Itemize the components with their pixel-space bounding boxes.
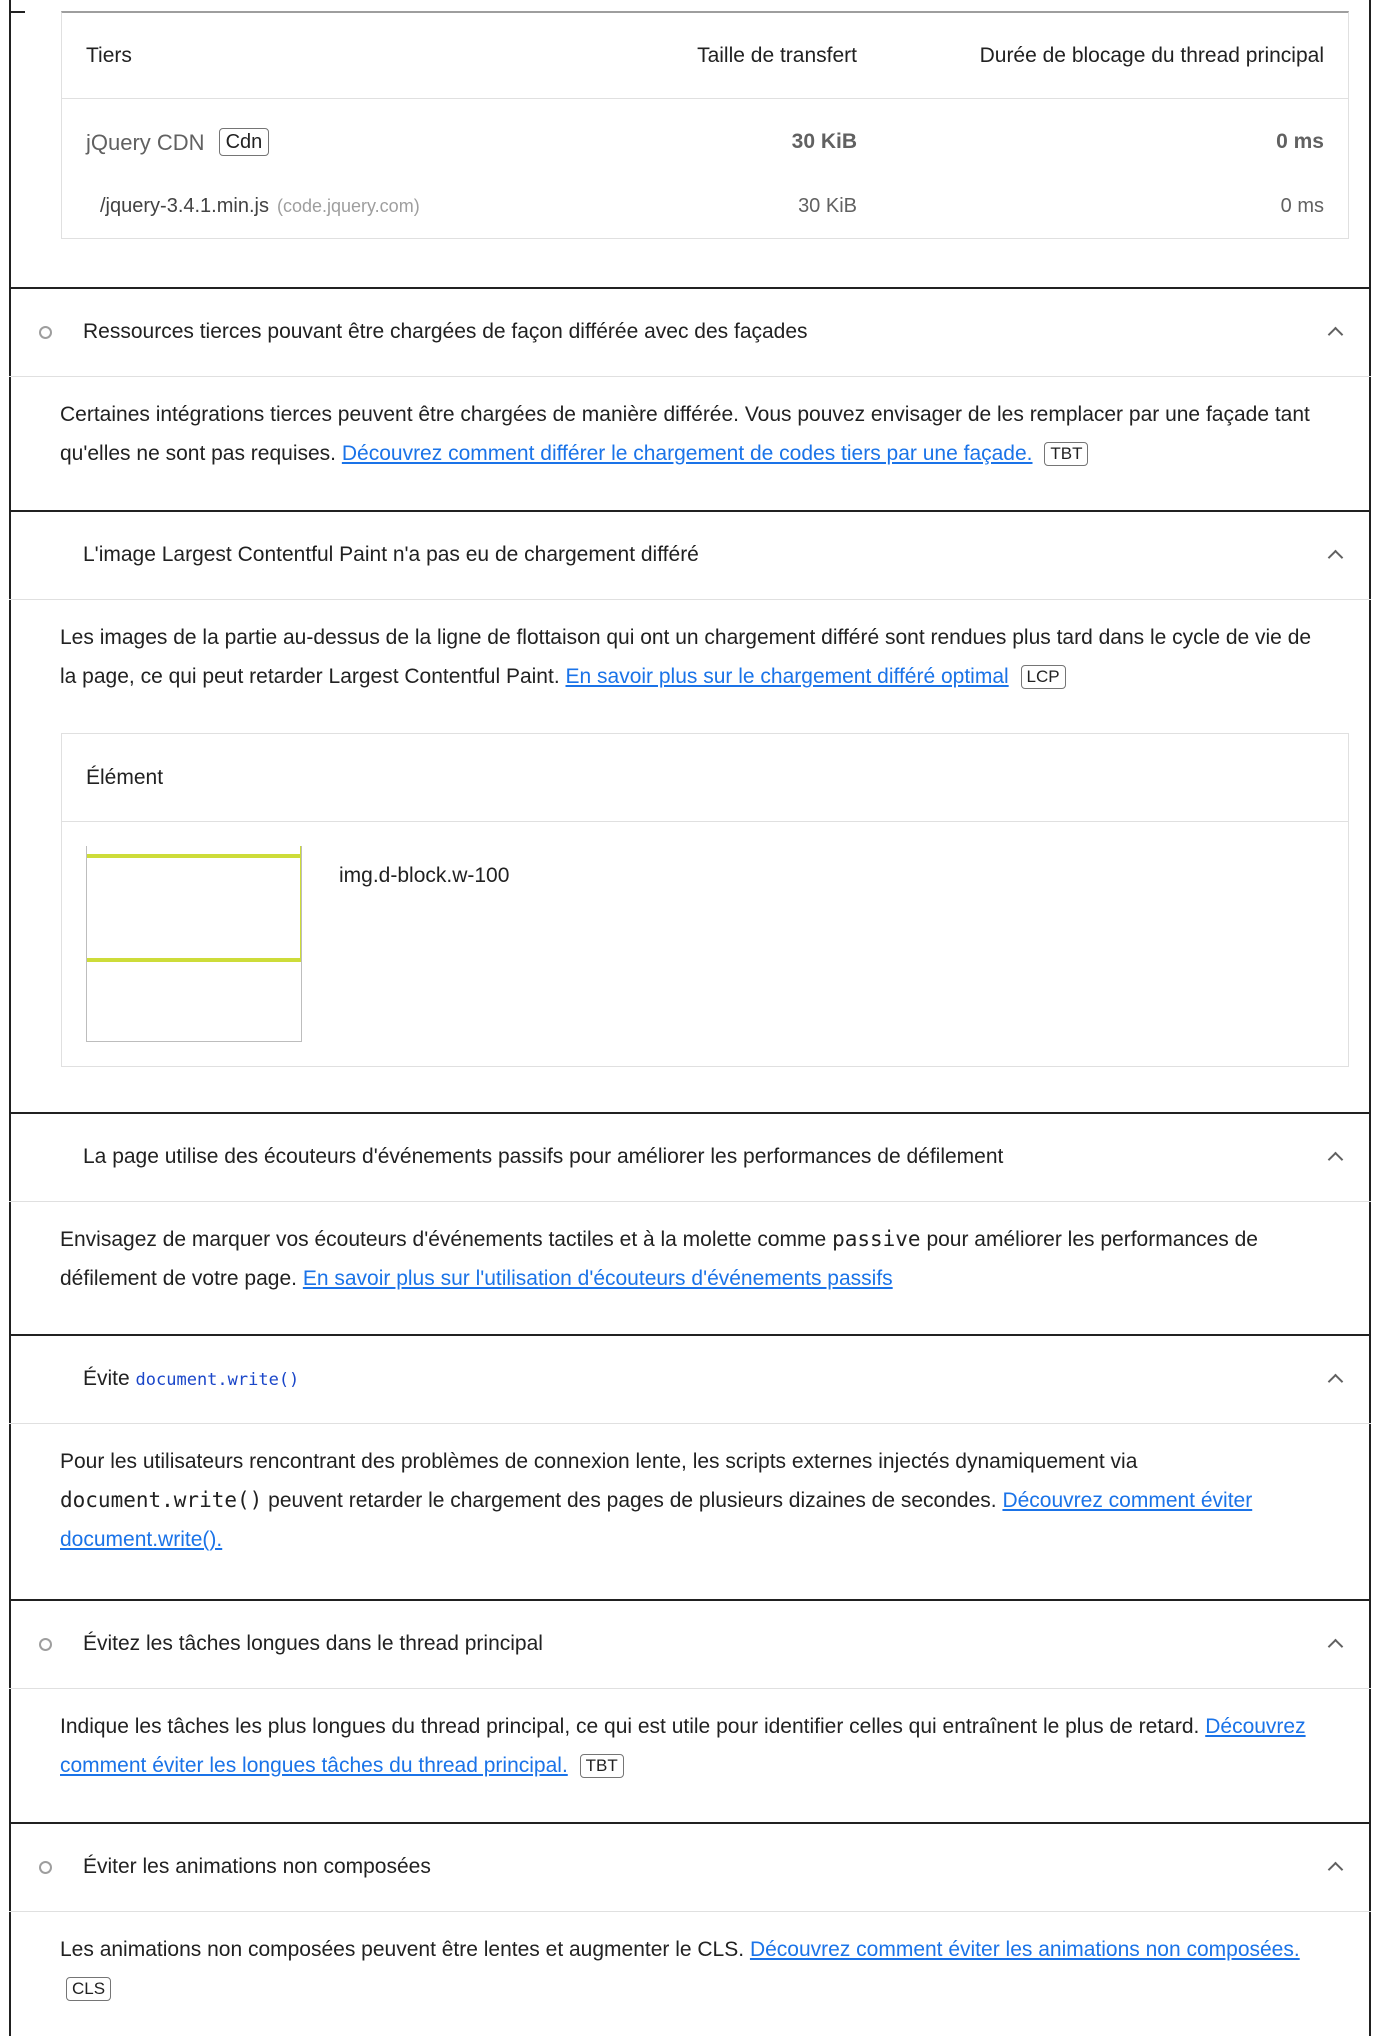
thumbnail-highlight-top [87,854,301,858]
audit-title: Éviter les animations non composées [83,1855,431,1878]
audit-title: Évite document.write() [83,1367,299,1391]
audit-non-composited-animations: Éviter les animations non composées Les … [9,1822,1371,2036]
resource-path: /jquery-3.4.1.min.js [100,195,269,217]
audit-description: Indique les tâches les plus longues du t… [9,1689,1371,1785]
frame-top-border [9,11,25,13]
element-selector[interactable]: img.d-block.w-100 [339,864,509,888]
column-header-element: Élément [86,766,164,789]
learn-more-link[interactable]: En savoir plus sur l'utilisation d'écout… [303,1267,893,1290]
metric-badge-tbt: TBT [1044,442,1089,466]
audit-description: Envisagez de marquer vos écouteurs d'évé… [9,1202,1371,1298]
table-row-entity: jQuery CDN Cdn 30 KiB 0 ms [62,121,1348,171]
thumbnail-highlight-bottom [87,958,301,962]
element-screenshot-thumbnail[interactable] [86,846,302,1042]
audit-header[interactable]: Éviter les animations non composées [9,1824,1371,1912]
learn-more-link[interactable]: Découvrez comment différer le chargement… [342,442,1033,465]
chevron-up-icon[interactable] [1327,1638,1344,1655]
metric-badge-lcp: LCP [1020,665,1066,689]
audit-third-party-facades: Ressources tierces pouvant être chargées… [9,287,1371,513]
audit-long-tasks: Évitez les tâches longues dans le thread… [9,1599,1371,1825]
resource-blocking-time: 0 ms [1280,195,1324,217]
entity-category-badge: Cdn [218,128,270,156]
resource-transfer-size: 30 KiB [798,195,857,217]
metric-badge-tbt: TBT [579,1754,624,1778]
audit-title: La page utilise des écouteurs d'événemen… [83,1145,1004,1168]
entity-blocking-time: 0 ms [1276,130,1324,153]
audit-header[interactable]: Évitez les tâches longues dans le thread… [9,1601,1371,1689]
audit-header[interactable]: L'image Largest Contentful Paint n'a pas… [9,512,1371,600]
audit-description: Les images de la partie au-dessus de la … [9,600,1371,696]
chevron-up-icon[interactable] [1327,326,1344,343]
audit-status-circle-icon [39,1638,52,1651]
audit-document-write: Évite document.write() Pour les utilisat… [9,1334,1371,1601]
description-text: Les animations non composées peuvent êtr… [60,1938,745,1961]
description-text: Pour les utilisateurs rencontrant des pr… [60,1450,1138,1473]
audit-header[interactable]: La page utilise des écouteurs d'événemen… [9,1114,1371,1202]
thumbnail-highlight-side [300,846,301,962]
table-row-resource: /jquery-3.4.1.min.js (code.jquery.com) 30… [62,189,1348,233]
entity-name: jQuery CDN Cdn [86,128,270,156]
audit-title: L'image Largest Contentful Paint n'a pas… [83,543,699,566]
audit-status-circle-icon [39,1861,52,1874]
audit-description: Les animations non composées peuvent êtr… [9,1912,1371,2008]
audit-title: Ressources tierces pouvant être chargées… [83,320,808,343]
description-text: Envisagez de marquer vos écouteurs d'évé… [60,1228,827,1251]
learn-more-link[interactable]: En savoir plus sur le chargement différé… [566,665,1009,688]
description-text: Indique les tâches les plus longues du t… [60,1715,1200,1738]
entity-transfer-size: 30 KiB [791,130,857,153]
element-table: Élément img.d-block.w-100 [61,733,1349,1067]
table-header: Tiers Taille de transfert Durée de bloca… [62,13,1348,99]
learn-more-link[interactable]: Découvrez comment éviter les animations … [750,1938,1300,1961]
lighthouse-report: Tiers Taille de transfert Durée de bloca… [0,0,1374,2036]
audit-description: Pour les utilisateurs rencontrant des pr… [9,1424,1371,1559]
audit-header[interactable]: Évite document.write() [9,1336,1371,1424]
description-text-continued: peuvent retarder le chargement des pages… [268,1489,997,1512]
audit-title-text: Évite [83,1367,130,1390]
column-header-transfer-size: Taille de transfert [697,44,857,67]
audit-header[interactable]: Ressources tierces pouvant être chargées… [9,289,1371,377]
audit-passive-listeners: La page utilise des écouteurs d'événemen… [9,1112,1371,1338]
column-header-tiers: Tiers [86,44,132,67]
chevron-up-icon[interactable] [1327,1373,1344,1390]
entity-label: jQuery CDN [86,130,205,155]
inline-code: document.write() [60,1488,263,1512]
resource-url[interactable]: /jquery-3.4.1.min.js (code.jquery.com) [100,195,420,218]
chevron-up-icon[interactable] [1327,1151,1344,1168]
audit-title: Évitez les tâches longues dans le thread… [83,1632,543,1655]
inline-code: passive [832,1227,921,1251]
chevron-up-icon[interactable] [1327,1861,1344,1878]
audit-description: Certaines intégrations tierces peuvent ê… [9,377,1371,473]
element-table-header: Élément [62,734,1348,822]
audit-title-code: document.write() [135,1370,300,1390]
audit-status-circle-icon [39,326,52,339]
metric-badge-cls: CLS [66,1977,112,2001]
resource-host: (code.jquery.com) [276,196,420,216]
column-header-blocking-time: Durée de blocage du thread principal [979,44,1324,67]
chevron-up-icon[interactable] [1327,549,1344,566]
third-party-table: Tiers Taille de transfert Durée de bloca… [61,11,1349,239]
